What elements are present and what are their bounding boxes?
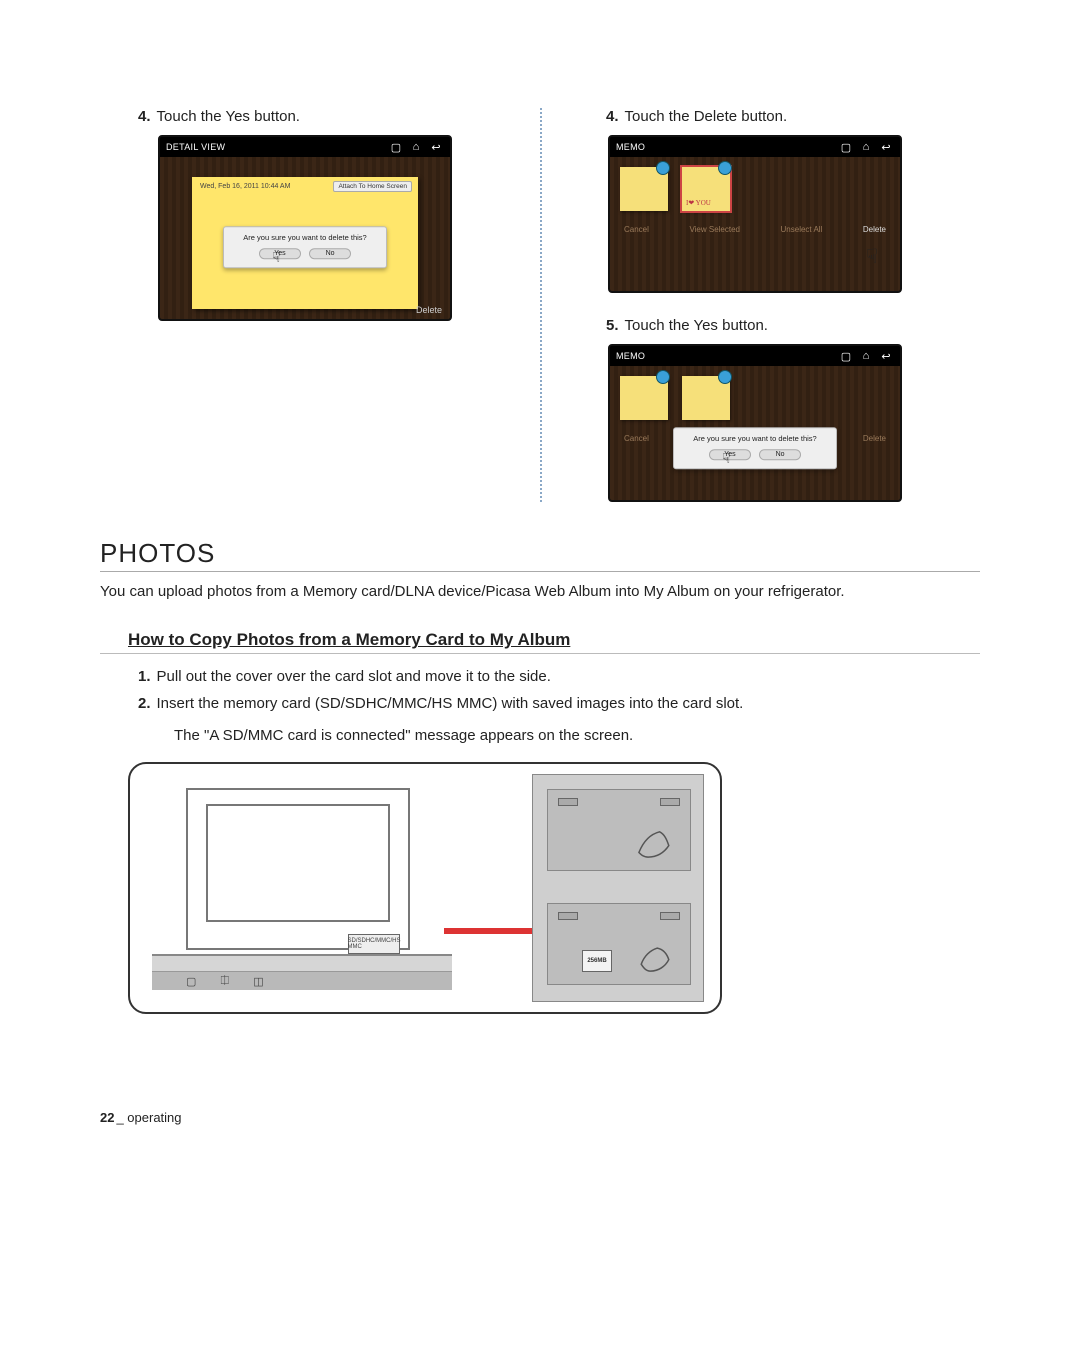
port-icon: ◫ [253, 975, 263, 988]
port-icon: ▢ [186, 975, 196, 988]
memo-select-topbar: MEMO ▢ ⌂ ↩ [610, 137, 900, 157]
door-port-icons: ▢ ⎅ ◫ [186, 975, 264, 988]
memo-select-body: I❤ YOU ☟ Cancel View Selected Unselect A… [610, 157, 900, 291]
cancel-button[interactable]: Cancel [624, 434, 649, 443]
hand-insert-card-icon [632, 932, 678, 978]
view-selected-button[interactable]: View Selected [689, 225, 740, 234]
delete-label[interactable]: Delete [416, 305, 442, 315]
right-step-5-num: 5. [606, 317, 619, 334]
confirm-delete-dialog: Are you sure you want to delete this? Ye… [673, 427, 837, 469]
fridge-display-panel [186, 788, 410, 950]
detail-view-title: DETAIL VIEW [166, 142, 384, 152]
tack-icon [656, 161, 670, 175]
memo-tile-2[interactable] [682, 376, 730, 420]
slot-icon [660, 798, 680, 806]
copy-photos-subheading: How to Copy Photos from a Memory Card to… [128, 630, 980, 650]
memo-confirm-topbar: MEMO ▢ ⌂ ↩ [610, 346, 900, 366]
memo-save-icon[interactable]: ▢ [838, 139, 854, 155]
no-button[interactable]: No [309, 248, 351, 259]
memo-sticky-note: Wed, Feb 16, 2011 10:44 AM Attach To Hom… [192, 177, 418, 309]
memo-tile-2-selected[interactable]: I❤ YOU [682, 167, 730, 211]
back-icon[interactable]: ↩ [878, 348, 894, 364]
illus-panel-right: 256MB [532, 774, 704, 1002]
copy-photos-steps: 1.Pull out the cover over the card slot … [156, 668, 980, 744]
unselect-all-button[interactable]: Unselect All [781, 225, 823, 234]
memo-tiles-row [616, 370, 894, 430]
confirm-msg: Are you sure you want to delete this? [230, 233, 380, 242]
memo-confirm-title: MEMO [616, 351, 834, 361]
touch-cursor-icon: ☟ [722, 450, 731, 467]
detail-save-icon[interactable]: ▢ [388, 139, 404, 155]
left-step-4: 4.Touch the Yes button. [156, 108, 512, 125]
display-screen [206, 804, 390, 922]
detail-home-icon[interactable]: ⌂ [408, 139, 424, 155]
slot-icon [558, 798, 578, 806]
port-icon: ⎅ [220, 975, 229, 988]
detail-view-screenshot: DETAIL VIEW ▢ ⌂ ↩ Wed, Feb 16, 2011 10:4… [158, 135, 452, 321]
detail-view-body: Wed, Feb 16, 2011 10:44 AM Attach To Hom… [160, 157, 450, 319]
slot-icon [660, 912, 680, 920]
illus-panel-left: ▢ ⎅ ◫ SD/SDHC/MMC/HS MMC [152, 788, 452, 988]
attach-home-button[interactable]: Attach To Home Screen [333, 181, 412, 192]
delete-button[interactable]: Delete [863, 225, 886, 234]
copy-photos-rule [100, 653, 980, 654]
page-footer: 22_ operating [100, 1110, 980, 1125]
hand-open-cover-icon [632, 818, 678, 864]
copy-step-2: 2.Insert the memory card (SD/SDHC/MMC/HS… [156, 695, 980, 712]
home-icon[interactable]: ⌂ [858, 348, 874, 364]
photos-heading-rule [100, 571, 980, 572]
detail-back-icon[interactable]: ↩ [428, 139, 444, 155]
door-bottom-strip: ▢ ⎅ ◫ [152, 954, 452, 990]
right-step-4-text: Touch the Delete button. [625, 108, 788, 125]
right-step-4: 4.Touch the Delete button. [624, 108, 980, 125]
copy-step-2-text: Insert the memory card (SD/SDHC/MMC/HS M… [157, 695, 744, 712]
memo-confirm-body: Are you sure you want to delete this? Ye… [610, 366, 900, 500]
memo-tile-1[interactable] [620, 376, 668, 420]
confirm-delete-dialog: Are you sure you want to delete this? Ye… [223, 226, 387, 268]
left-step-4-text: Touch the Yes button. [157, 108, 300, 125]
sd-card-label: SD/SDHC/MMC/HS MMC [348, 934, 400, 954]
save-icon[interactable]: ▢ [838, 348, 854, 364]
photos-intro: You can upload photos from a Memory card… [100, 582, 980, 602]
page-number: 22 [100, 1110, 114, 1125]
slot-icon [558, 912, 578, 920]
memo-select-screenshot: MEMO ▢ ⌂ ↩ I❤ YOU ☟ Cancel [608, 135, 902, 293]
sd-card-chip: 256MB [582, 950, 612, 972]
left-column: 4.Touch the Yes button. DETAIL VIEW ▢ ⌂ … [100, 108, 540, 502]
photos-heading: PHOTOS [100, 538, 980, 569]
copy-step-1: 1.Pull out the cover over the card slot … [156, 668, 980, 685]
memo-back-icon[interactable]: ↩ [878, 139, 894, 155]
column-divider [540, 108, 542, 502]
card-slot-illustration: ▢ ⎅ ◫ SD/SDHC/MMC/HS MMC 256MB [128, 762, 722, 1014]
touch-cursor-icon: ☟ [866, 244, 878, 269]
memo-tiles-row: I❤ YOU [616, 161, 894, 221]
card-slot-closeup-bottom: 256MB [547, 903, 691, 985]
right-column: 4.Touch the Delete button. MEMO ▢ ⌂ ↩ I❤… [540, 108, 980, 502]
delete-button[interactable]: Delete [863, 434, 886, 443]
footer-section: _ operating [116, 1110, 181, 1125]
tack-icon [718, 370, 732, 384]
right-step-5-text: Touch the Yes button. [625, 317, 768, 334]
detail-view-topbar: DETAIL VIEW ▢ ⌂ ↩ [160, 137, 450, 157]
memo-home-icon[interactable]: ⌂ [858, 139, 874, 155]
no-button[interactable]: No [759, 449, 801, 460]
memo-bottom-bar: Cancel View Selected Unselect All Delete [616, 221, 894, 236]
copy-step-2-num: 2. [138, 695, 151, 712]
right-step-5: 5.Touch the Yes button. [624, 317, 980, 334]
memo-confirm-screenshot: MEMO ▢ ⌂ ↩ Are you sure you want to dele… [608, 344, 902, 502]
touch-cursor-icon: ☟ [272, 249, 281, 266]
memo-select-title: MEMO [616, 142, 834, 152]
left-step-4-num: 4. [138, 108, 151, 125]
memo-tile-1[interactable] [620, 167, 668, 211]
cancel-button[interactable]: Cancel [624, 225, 649, 234]
memo-tile-text: I❤ YOU [686, 199, 711, 207]
tack-icon [718, 161, 732, 175]
copy-step-1-text: Pull out the cover over the card slot an… [157, 668, 551, 685]
card-slot-closeup-top [547, 789, 691, 871]
right-step-4-num: 4. [606, 108, 619, 125]
copy-step-2-note: The "A SD/MMC card is connected" message… [156, 727, 980, 744]
copy-step-1-num: 1. [138, 668, 151, 685]
tack-icon [656, 370, 670, 384]
confirm-msg: Are you sure you want to delete this? [680, 434, 830, 443]
